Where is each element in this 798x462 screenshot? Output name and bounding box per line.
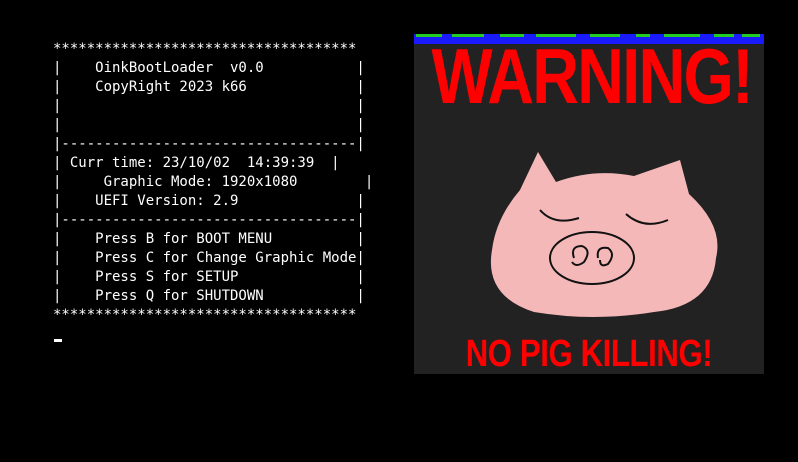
text-cursor-icon[interactable] bbox=[54, 339, 62, 342]
border-bottom: ************************************ bbox=[53, 307, 357, 323]
border-top: ************************************ bbox=[53, 41, 357, 57]
blank-line: | | bbox=[53, 98, 365, 114]
menu-option-shutdown[interactable]: | Press Q for SHUTDOWN | bbox=[53, 287, 373, 306]
uefi-version-line: | UEFI Version: 2.9 | bbox=[53, 193, 365, 209]
menu-option-boot-menu[interactable]: | Press B for BOOT MENU | bbox=[53, 230, 373, 249]
no-pig-killing-text: NO PIG KILLING! bbox=[465, 333, 713, 374]
bootloader-title: | OinkBootLoader v0.0 | bbox=[53, 60, 365, 76]
blank-line: | | bbox=[53, 117, 365, 133]
divider-line: |-----------------------------------| bbox=[53, 212, 365, 228]
menu-option-setup[interactable]: | Press S for SETUP | bbox=[53, 268, 373, 287]
divider-line: |-----------------------------------| bbox=[53, 136, 365, 152]
boot-menu-terminal: ************************************ | O… bbox=[53, 40, 373, 325]
graphic-mode-line: | Graphic Mode: 1920x1080 | bbox=[53, 174, 374, 190]
menu-option-change-graphic-mode[interactable]: | Press C for Change Graphic Mode| bbox=[53, 249, 373, 268]
warning-heading: WARNING! bbox=[431, 34, 754, 121]
current-time-line: | Curr time: 23/10/02 14:39:39 | bbox=[53, 155, 340, 171]
pig-icon bbox=[490, 152, 718, 317]
warning-banner: WARNING! NO PIG KILLING! bbox=[414, 34, 764, 374]
copyright-line: | CopyRight 2023 k66 | bbox=[53, 79, 365, 95]
